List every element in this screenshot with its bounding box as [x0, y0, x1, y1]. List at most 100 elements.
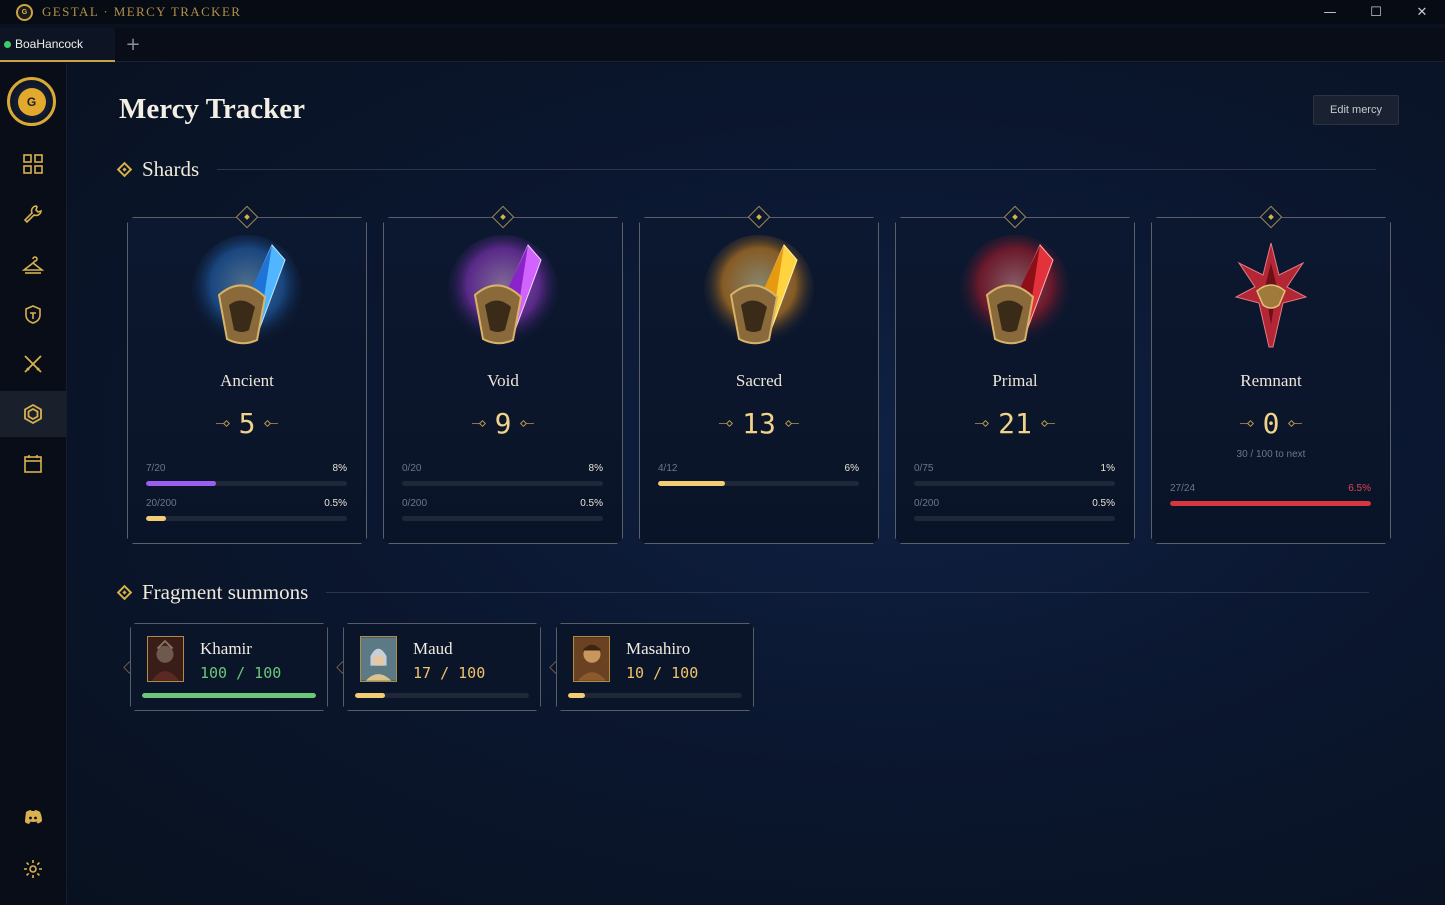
mercy-bar-fill: [146, 516, 167, 521]
section-divider: [326, 592, 1370, 593]
sidebar-item-dashboard[interactable]: [0, 141, 66, 187]
mercy-bar-secondary: 20/200 0.5%: [146, 498, 347, 521]
mercy-bar-count: 20/200: [146, 498, 177, 509]
mercy-bar-primary: 7/20 8%: [146, 463, 347, 486]
discord-icon: [25, 810, 42, 824]
crossed-swords-icon: [24, 355, 42, 373]
sidebar-item-champions[interactable]: [0, 291, 66, 337]
ornament-left-icon: [975, 419, 990, 428]
mercy-bar-count: 0/200: [402, 498, 428, 509]
sacred-shard-icon: [704, 235, 814, 345]
mercy-bar-primary: 0/75 1%: [914, 463, 1115, 486]
shard-name: Remnant: [1240, 371, 1302, 390]
shard-name: Sacred: [735, 371, 783, 390]
mercy-bar-chance: 0.5%: [1092, 498, 1115, 509]
sidebar-item-gear[interactable]: [0, 241, 66, 287]
mercy-bar-chance: 8%: [332, 463, 347, 474]
sidebar-item-calendar[interactable]: [0, 441, 66, 487]
fragment-progress-value: 100 / 100: [200, 664, 282, 682]
brand-logo-icon: G: [17, 87, 46, 116]
mercy-bar-chance: 0.5%: [324, 498, 347, 509]
mercy-bar-fill: [146, 481, 217, 486]
shard-card-void: Void 9 0/20 8% 0/200 0.5%: [383, 205, 623, 544]
ornament-right-icon: [1288, 419, 1303, 428]
settings-button[interactable]: [0, 846, 66, 892]
sidebar-item-battles[interactable]: [0, 341, 66, 387]
mercy-bar-track: [146, 516, 347, 521]
sidebar-item-mercy-tracker[interactable]: [0, 391, 66, 437]
mercy-bar-primary: 0/20 8%: [402, 463, 603, 486]
fragment-champion-name: Masahiro: [626, 639, 691, 658]
calendar-icon: [24, 455, 42, 473]
fragment-champion-name: Khamir: [200, 639, 252, 658]
mercy-bar-count: 27/24: [1170, 483, 1196, 494]
brand-logo[interactable]: G: [7, 77, 56, 126]
remnant-progress-note: 30 / 100 to next: [1236, 449, 1306, 460]
ornament-left-icon: [471, 419, 486, 428]
grid-icon: [23, 154, 43, 174]
maximize-button[interactable]: ☐: [1353, 0, 1399, 24]
fragment-champion-name: Maud: [413, 639, 453, 658]
fragment-progress-track: [568, 693, 742, 698]
edit-mercy-button[interactable]: Edit mercy: [1313, 95, 1399, 125]
fragment-progress-track: [355, 693, 529, 698]
masahiro-portrait: [573, 636, 610, 682]
primal-shard-icon: [960, 235, 1070, 345]
khamir-portrait: [147, 636, 184, 682]
shard-name: Primal: [992, 371, 1038, 390]
shard-count-value: 13: [742, 407, 776, 440]
fragment-card-maud[interactable]: Maud 17 / 100: [343, 623, 541, 711]
online-status-dot: [4, 40, 11, 48]
ornament-right-icon: [264, 419, 279, 428]
minimize-button[interactable]: —: [1307, 0, 1353, 24]
shard-name: Void: [487, 371, 519, 390]
mercy-bar-track: [914, 516, 1115, 521]
shard-count: 21: [895, 407, 1135, 440]
remnant-shard-icon: [1234, 242, 1308, 348]
section-divider: [217, 169, 1377, 170]
shard-card-remnant: Remnant 0 30 / 100 to next 27/24 6.5%: [1151, 205, 1391, 544]
shard-count-value: 5: [238, 407, 256, 440]
shards-section-header: Shards: [116, 157, 1377, 182]
tab-strip: BoaHancock +: [0, 28, 1445, 62]
hanger-icon: [22, 256, 44, 274]
mercy-bar-track: [146, 481, 347, 486]
title-bar: G GESTAL · MERCY TRACKER — ☐ ✕: [0, 0, 1445, 24]
fragment-progress-value: 10 / 100: [626, 664, 699, 682]
shard-name: Ancient: [220, 371, 274, 390]
mercy-bar-track: [658, 481, 859, 486]
shard-card-ancient: Ancient 5 7/20 8% 20/200 0.5%: [127, 205, 367, 544]
shard-card-primal: Primal 21 0/75 1% 0/200 0.5%: [895, 205, 1135, 544]
sidebar-item-tools[interactable]: [0, 191, 66, 237]
sidebar: G: [0, 63, 67, 905]
mercy-bar-secondary: 0/200 0.5%: [402, 498, 603, 521]
mercy-bar-count: 0/75: [914, 463, 934, 474]
mercy-bar-count: 4/12: [658, 463, 678, 474]
section-diamond-icon: [116, 584, 133, 601]
discord-button[interactable]: [0, 794, 66, 840]
shard-hexagon-icon: [24, 403, 42, 425]
window-title: GESTAL · MERCY TRACKER: [42, 4, 242, 19]
mercy-bar-chance: 0.5%: [580, 498, 603, 509]
fragment-card-khamir[interactable]: Khamir 100 / 100: [130, 623, 328, 711]
shard-count-value: 0: [1262, 407, 1280, 440]
ornament-right-icon: [784, 419, 799, 428]
add-tab-button[interactable]: +: [115, 28, 151, 61]
page-title: Mercy Tracker: [119, 93, 305, 125]
close-button[interactable]: ✕: [1399, 0, 1445, 24]
fragment-card-masahiro[interactable]: Masahiro 10 / 100: [556, 623, 754, 711]
tab-label: BoaHancock: [15, 37, 84, 51]
fragment-progress-track: [142, 693, 316, 698]
mercy-bar-track: [914, 481, 1115, 486]
wrench-icon: [23, 205, 42, 224]
section-diamond-icon: [116, 161, 133, 178]
tab-account[interactable]: BoaHancock: [0, 28, 115, 62]
section-title: Shards: [142, 157, 200, 181]
mercy-bar-count: 0/20: [402, 463, 422, 474]
mercy-bar-fill: [658, 481, 725, 486]
section-title: Fragment summons: [142, 580, 309, 604]
gear-icon: [24, 860, 42, 878]
mercy-bar-chance: 1%: [1100, 463, 1115, 474]
ancient-shard-icon: [192, 235, 302, 345]
ornament-right-icon: [520, 419, 535, 428]
